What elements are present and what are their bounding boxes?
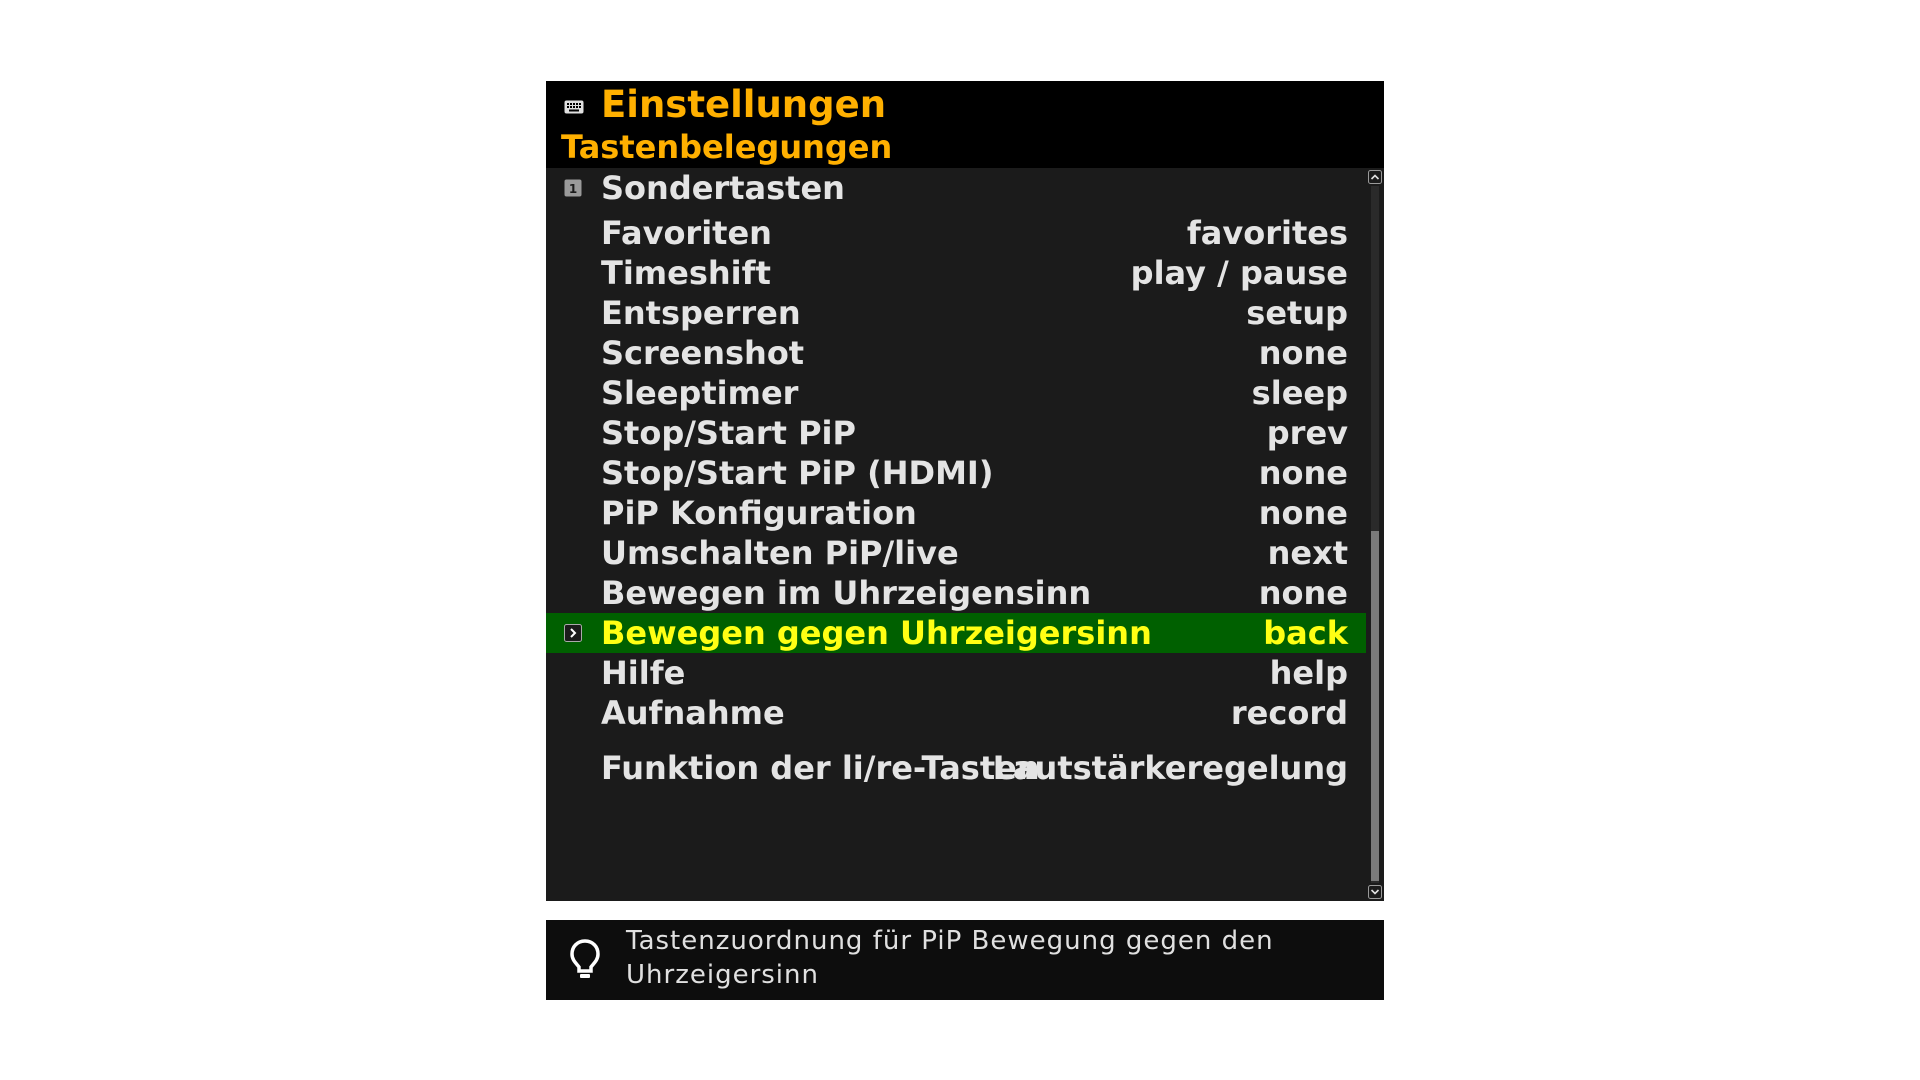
section-header-sondertasten[interactable]: 1 Sondertasten	[546, 168, 1366, 208]
scroll-up-icon[interactable]	[1368, 170, 1382, 184]
scrollbar-thumb[interactable]	[1371, 531, 1379, 881]
list-item-stop-start-pip[interactable]: Stop/Start PiP prev	[546, 413, 1366, 453]
item-label: Umschalten PiP/live	[601, 534, 959, 572]
item-label: Bewegen gegen Uhrzeigersinn	[601, 614, 1152, 652]
item-value: none	[1258, 334, 1348, 372]
item-value: none	[1258, 454, 1348, 492]
item-label: Stop/Start PiP	[601, 414, 856, 452]
hint-text: Tastenzuordnung für PiP Bewegung gegen d…	[626, 926, 1274, 990]
section-label: Sondertasten	[601, 169, 845, 207]
list-item-entsperren[interactable]: Entsperren setup	[546, 293, 1366, 333]
item-label: Funktion der li/re-Tasten	[601, 749, 1040, 787]
item-label: PiP Konfiguration	[601, 494, 917, 532]
item-value: favorites	[1186, 214, 1348, 252]
list-item-sleeptimer[interactable]: Sleeptimer sleep	[546, 373, 1366, 413]
number-one-icon: 1	[564, 179, 582, 197]
item-label: Favoriten	[601, 214, 772, 252]
lightbulb-icon	[570, 939, 600, 978]
settings-list: 1 Sondertasten Favoriten favorites Times…	[546, 168, 1366, 901]
item-value: Lautstärkeregelung	[992, 749, 1348, 787]
svg-text:1: 1	[569, 182, 577, 196]
item-value: none	[1258, 574, 1348, 612]
menu-title: Einstellungen	[601, 83, 887, 126]
item-label: Stop/Start PiP (HDMI)	[601, 454, 994, 492]
item-value: next	[1267, 534, 1348, 572]
list-item-hilfe[interactable]: Hilfe help	[546, 653, 1366, 693]
list-item-aufnahme[interactable]: Aufnahme record	[546, 693, 1366, 733]
item-value: none	[1258, 494, 1348, 532]
list-item-screenshot[interactable]: Screenshot none	[546, 333, 1366, 373]
list-item-favoriten[interactable]: Favoriten favorites	[546, 213, 1366, 253]
item-label: Entsperren	[601, 294, 801, 332]
list-item-stop-start-pip-hdmi[interactable]: Stop/Start PiP (HDMI) none	[546, 453, 1366, 493]
menu-header: Einstellungen Tastenbelegungen	[546, 81, 1384, 168]
settings-menu: Einstellungen Tastenbelegungen 1 Sondert…	[546, 81, 1384, 901]
item-label: Timeshift	[601, 254, 771, 292]
list-item-bewegen-gegen-uhrzeigersinn[interactable]: Bewegen gegen Uhrzeigersinn back	[546, 613, 1366, 653]
list-item-umschalten-pip-live[interactable]: Umschalten PiP/live next	[546, 533, 1366, 573]
scroll-down-icon[interactable]	[1368, 885, 1382, 899]
keyboard-icon	[564, 100, 584, 114]
item-value: help	[1269, 654, 1348, 692]
menu-subtitle: Tastenbelegungen	[561, 128, 893, 166]
item-label: Screenshot	[601, 334, 805, 372]
scrollbar[interactable]	[1366, 168, 1384, 901]
item-label: Aufnahme	[601, 694, 785, 732]
hint-panel: Tastenzuordnung für PiP Bewegung gegen d…	[546, 920, 1384, 1000]
list-item-funktion-li-re-tasten[interactable]: Funktion der li/re-Tasten Lautstärkerege…	[546, 748, 1366, 788]
item-value: sleep	[1251, 374, 1348, 412]
item-label: Hilfe	[601, 654, 686, 692]
item-label: Sleeptimer	[601, 374, 799, 412]
item-value: record	[1230, 694, 1348, 732]
chevron-right-icon	[564, 624, 582, 642]
list-item-pip-konfiguration[interactable]: PiP Konfiguration none	[546, 493, 1366, 533]
list-item-timeshift[interactable]: Timeshift play / pause	[546, 253, 1366, 293]
item-value: setup	[1246, 294, 1348, 332]
item-value: play / pause	[1130, 254, 1348, 292]
item-label: Bewegen im Uhrzeigensinn	[601, 574, 1092, 612]
item-value: prev	[1266, 414, 1348, 452]
item-value: back	[1263, 614, 1348, 652]
list-item-bewegen-im-uhrzeigersinn[interactable]: Bewegen im Uhrzeigensinn none	[546, 573, 1366, 613]
